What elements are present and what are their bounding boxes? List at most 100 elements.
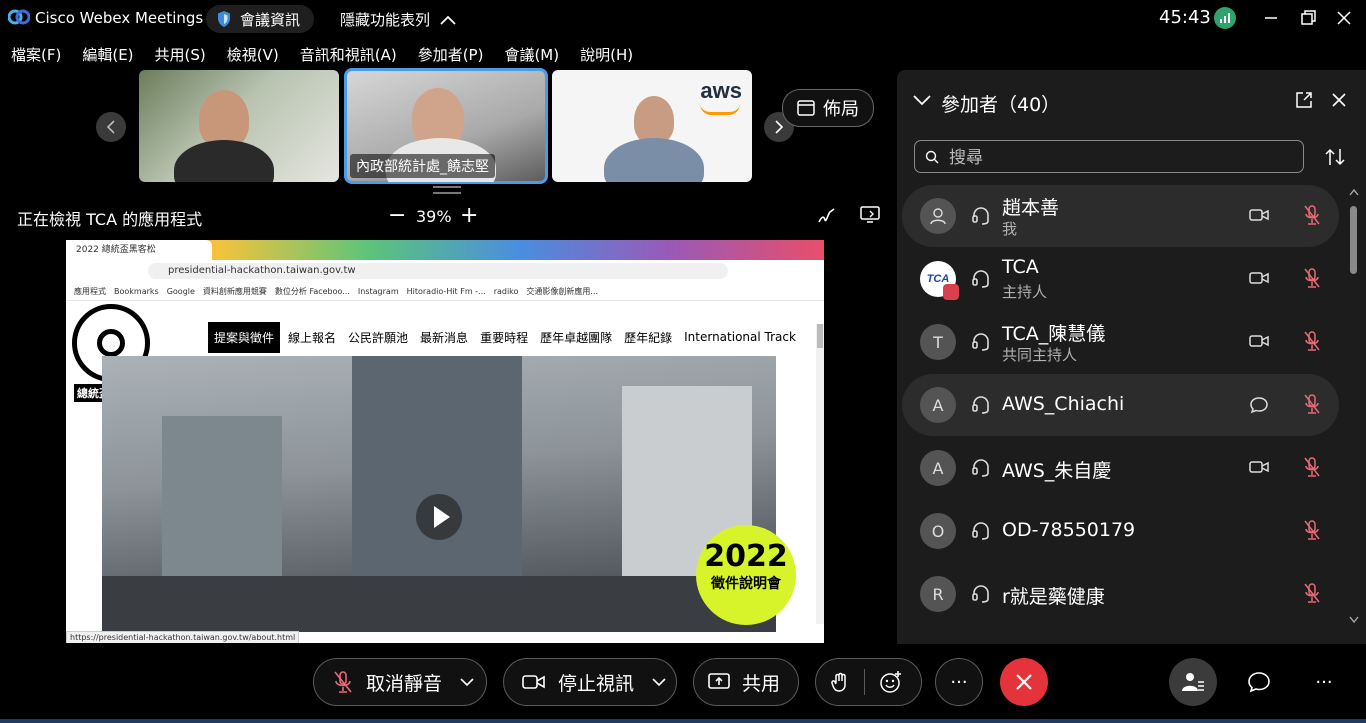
panel-more-button[interactable]: ··· bbox=[1300, 658, 1348, 706]
video-camera-icon[interactable] bbox=[1249, 459, 1269, 475]
participants-panel-toggle[interactable] bbox=[1169, 658, 1217, 706]
video-camera-icon[interactable] bbox=[1249, 333, 1269, 349]
close-window-icon[interactable] bbox=[1332, 6, 1356, 30]
sort-icon[interactable] bbox=[1325, 148, 1345, 166]
stop-video-button[interactable]: 停止視訊 bbox=[503, 658, 677, 706]
event-badge[interactable]: 2022 徵件說明會 bbox=[696, 525, 796, 625]
browser-tab[interactable]: 2022 總統盃黑客松 bbox=[66, 240, 212, 260]
browser-status-url: https://presidential-hackathon.taiwan.go… bbox=[66, 631, 300, 643]
video-thumbnail-1[interactable] bbox=[139, 70, 339, 182]
site-nav-item[interactable]: International Track bbox=[684, 330, 796, 344]
audio-connected-icon bbox=[972, 270, 989, 288]
scroll-down-icon[interactable] bbox=[1349, 616, 1359, 624]
muted-mic-icon[interactable] bbox=[1302, 456, 1322, 478]
bookmark-item[interactable]: 數位分析 Faceboo... bbox=[275, 286, 350, 297]
menu-share[interactable]: 共用(S) bbox=[155, 44, 206, 68]
participant-list: 趙本善 我 TCA TCA 主持人 T TCA_陳慧儀 共同主持人 A AWS_… bbox=[902, 185, 1339, 626]
muted-mic-icon bbox=[334, 671, 352, 693]
share-button[interactable]: 共用 bbox=[693, 658, 799, 706]
annotate-icon[interactable] bbox=[817, 206, 837, 226]
menu-file[interactable]: 檔案(F) bbox=[11, 44, 61, 68]
menu-help[interactable]: 說明(H) bbox=[580, 44, 633, 68]
network-signal-icon[interactable] bbox=[1214, 7, 1236, 29]
video-thumbnail-active-speaker[interactable]: 內政部統計處_饒志堅 bbox=[344, 68, 548, 184]
more-options-button[interactable]: ··· bbox=[935, 658, 983, 706]
unmute-button[interactable]: 取消靜音 bbox=[313, 658, 487, 706]
menu-audio-video[interactable]: 音訊和視訊(A) bbox=[300, 44, 397, 68]
muted-mic-icon[interactable] bbox=[1302, 582, 1322, 604]
bookmark-item[interactable]: Google bbox=[167, 287, 195, 296]
chevron-down-icon[interactable] bbox=[460, 677, 474, 687]
search-input[interactable] bbox=[947, 145, 1291, 171]
layout-label: 佈局 bbox=[823, 99, 859, 120]
scroll-up-icon[interactable] bbox=[1349, 188, 1359, 196]
hide-menu-button[interactable]: 隱藏功能表列 bbox=[340, 9, 456, 30]
menu-participants[interactable]: 參加者(P) bbox=[418, 44, 484, 68]
hero-video[interactable] bbox=[102, 356, 776, 632]
close-panel-icon[interactable] bbox=[1331, 92, 1347, 108]
zoom-out-button[interactable]: − bbox=[388, 203, 406, 228]
menu-view[interactable]: 檢視(V) bbox=[227, 44, 279, 68]
play-video-button[interactable] bbox=[416, 494, 462, 540]
chat-bubble-icon[interactable] bbox=[1249, 396, 1269, 414]
participant-search[interactable] bbox=[914, 140, 1304, 173]
chat-panel-toggle[interactable] bbox=[1235, 658, 1283, 706]
bookmark-item[interactable]: Bookmarks bbox=[114, 287, 159, 296]
video-thumbnail-3[interactable]: aws bbox=[552, 70, 752, 182]
layout-button[interactable]: 佈局 bbox=[782, 89, 874, 127]
bookmark-item[interactable]: radiko bbox=[494, 287, 519, 296]
sharing-status-label: 正在檢視 TCA 的應用程式 bbox=[17, 210, 203, 229]
emoji-reaction-icon[interactable] bbox=[879, 670, 903, 694]
participant-row[interactable]: O OD-78550179 bbox=[902, 500, 1339, 562]
webex-logo-icon bbox=[8, 9, 30, 25]
bookmark-item[interactable]: Instagram bbox=[358, 287, 399, 296]
chevron-down-icon[interactable] bbox=[913, 94, 931, 106]
browser-scrollbar[interactable] bbox=[816, 324, 824, 624]
browser-url[interactable]: presidential-hackathon.taiwan.gov.tw bbox=[148, 263, 728, 279]
bookmark-item[interactable]: Hitoradio-Hit Fm -... bbox=[407, 287, 486, 296]
participant-row[interactable]: A AWS_Chiachi bbox=[902, 374, 1339, 436]
site-nav-item[interactable]: 線上報名 bbox=[288, 329, 336, 346]
video-camera-icon[interactable] bbox=[1249, 270, 1269, 286]
muted-mic-icon[interactable] bbox=[1302, 267, 1322, 289]
site-nav-item[interactable]: 最新消息 bbox=[420, 329, 468, 346]
participant-row[interactable]: T TCA_陳慧儀 共同主持人 bbox=[902, 311, 1339, 373]
bookmark-item[interactable]: 資料創新應用競賽 bbox=[203, 286, 267, 297]
video-camera-icon[interactable] bbox=[1249, 207, 1269, 223]
strip-resize-handle[interactable] bbox=[433, 186, 461, 194]
zoom-in-button[interactable]: + bbox=[460, 203, 478, 228]
share-options-icon[interactable] bbox=[860, 206, 880, 224]
site-nav-item[interactable]: 歷年紀錄 bbox=[624, 329, 672, 346]
reactions-group bbox=[815, 658, 922, 706]
site-nav-item[interactable]: 重要時程 bbox=[480, 329, 528, 346]
shared-browser-window[interactable]: 2022 總統盃黑客松 presidential-hackathon.taiwa… bbox=[66, 240, 824, 643]
bookmark-item[interactable]: 交通影像創新應用... bbox=[526, 286, 598, 297]
leave-meeting-button[interactable] bbox=[1000, 658, 1048, 706]
popout-icon[interactable] bbox=[1295, 91, 1313, 109]
menu-meeting[interactable]: 會議(M) bbox=[504, 44, 559, 68]
minimize-icon[interactable] bbox=[1259, 6, 1283, 30]
restore-icon[interactable] bbox=[1296, 6, 1320, 30]
participant-list-scrollbar[interactable] bbox=[1348, 188, 1359, 628]
participant-row[interactable]: A AWS_朱自慶 bbox=[902, 437, 1339, 499]
participant-row[interactable]: TCA TCA 主持人 bbox=[902, 248, 1339, 310]
muted-mic-icon[interactable] bbox=[1302, 519, 1322, 541]
muted-mic-icon[interactable] bbox=[1302, 204, 1322, 226]
browser-scroll-thumb[interactable] bbox=[817, 324, 823, 348]
site-nav-item[interactable]: 公民許願池 bbox=[348, 329, 408, 346]
muted-mic-icon[interactable] bbox=[1302, 330, 1322, 352]
participant-row[interactable]: R r就是藥健康 bbox=[902, 563, 1339, 625]
zoom-level[interactable]: 39% bbox=[416, 207, 452, 226]
bookmark-item[interactable]: 應用程式 bbox=[74, 286, 106, 297]
meeting-info-button[interactable]: 會議資訊 bbox=[206, 5, 314, 33]
participant-role: 我 bbox=[1002, 220, 1018, 238]
chevron-down-icon[interactable] bbox=[652, 677, 666, 687]
site-nav-item[interactable]: 提案與徵件 bbox=[208, 321, 281, 353]
scroll-thumb[interactable] bbox=[1350, 206, 1357, 274]
raise-hand-icon[interactable] bbox=[830, 671, 850, 693]
site-nav-item[interactable]: 歷年卓越團隊 bbox=[540, 329, 612, 346]
video-strip-prev-button[interactable] bbox=[96, 112, 126, 142]
menu-edit[interactable]: 編輯(E) bbox=[82, 44, 133, 68]
participant-row[interactable]: 趙本善 我 bbox=[902, 185, 1339, 247]
muted-mic-icon[interactable] bbox=[1302, 393, 1322, 415]
